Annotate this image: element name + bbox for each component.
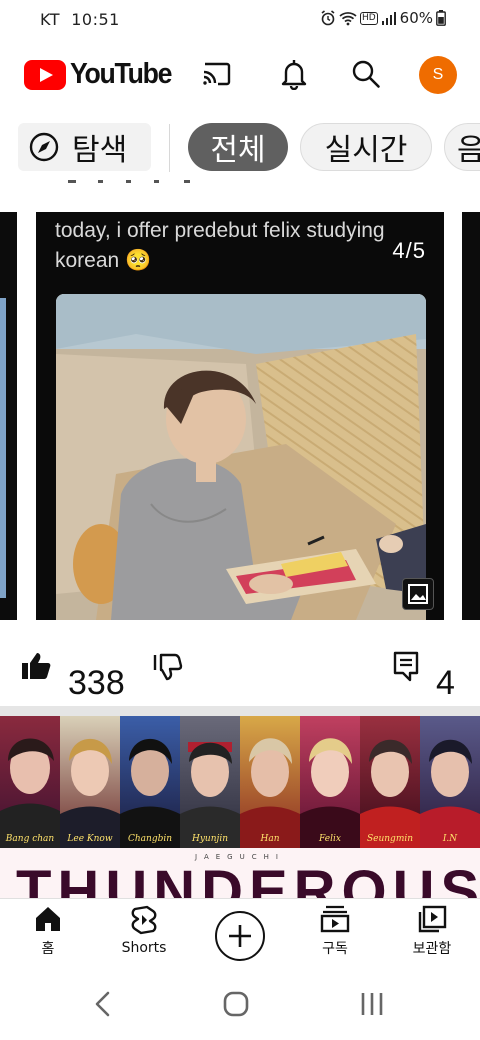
post-image-carousel[interactable]: today, i offer predebut felix studying k… [0,212,480,620]
chip-all[interactable]: 전체 [188,123,288,171]
logo-text: YouTube [70,58,172,90]
filter-chip-row: 탐색 전체 실시간 음 [0,120,480,174]
bottom-nav: 홈 Shorts 구독 보관함 [0,898,480,968]
member-panel: I.N [420,716,480,848]
hd-badge: HD [359,11,378,25]
member-panel: Felix [300,716,360,848]
photo-illustration [56,294,426,620]
current-slide[interactable]: today, i offer predebut felix studying k… [36,212,444,620]
comment-count: 4 [436,664,455,702]
nav-shorts-label: Shorts [121,940,167,956]
cropped-text-remnant [68,180,190,183]
nav-home-label: 홈 [41,941,55,957]
member-name: Changbin [127,834,173,844]
like-icon[interactable] [20,650,52,682]
nav-library-label: 보관함 [412,941,452,957]
bell-icon[interactable] [276,56,312,92]
slide-counter: 4/5 [392,238,426,263]
member-name: Seungmin [366,834,414,844]
subscriptions-icon [320,905,350,933]
home-circle-icon[interactable] [222,990,250,1018]
explore-chip[interactable]: 탐색 [18,123,151,171]
chip-music[interactable]: 음 [444,123,480,171]
thumbnail-title-text: THUNDEROUS [16,859,480,899]
member-name: Han [260,834,280,844]
wifi-icon [339,12,357,26]
status-left: KT 10:51 [40,10,120,29]
post-photo [56,294,426,620]
next-video-thumbnail[interactable]: Bang chan Lee Know Changbin Hyunjin Han … [0,716,480,898]
recent-apps-icon[interactable] [358,990,386,1018]
youtube-play-icon [24,59,66,90]
member-name: Lee Know [67,834,113,844]
library-icon [418,905,447,933]
member-name: I.N [442,834,458,844]
status-right: HD 60% [320,9,446,27]
explore-label: 탐색 [72,133,128,168]
next-slide[interactable] [462,212,480,620]
nav-library[interactable]: 보관함 [387,905,477,965]
avatar[interactable]: S [419,56,457,94]
member-panel: Lee Know [60,716,120,848]
battery-icon [436,10,446,26]
chip-divider [169,124,170,172]
feed-separator [0,706,480,716]
nav-subscriptions[interactable]: 구독 [290,905,380,965]
home-icon [36,907,60,931]
carrier-label: KT [40,10,61,29]
shorts-icon [131,905,157,935]
app-header: YouTube [0,40,480,110]
member-panel: Seungmin [360,716,420,848]
signal-icon [381,12,396,25]
nav-shorts[interactable]: Shorts [99,905,189,965]
search-icon[interactable] [348,56,384,92]
slide-caption: today, i offer predebut felix studying k… [55,219,385,272]
member-panel: Han [240,716,300,848]
create-button[interactable] [215,911,265,961]
nav-home[interactable]: 홈 [3,905,93,965]
gallery-icon [402,578,434,610]
system-nav-bar [0,968,480,1040]
cast-icon[interactable] [198,56,234,92]
chip-live[interactable]: 실시간 [300,123,432,171]
nav-subscriptions-label: 구독 [322,941,348,957]
create-icon [229,925,251,947]
clock: 10:51 [71,10,120,29]
compass-icon [29,132,59,162]
comment-icon[interactable] [392,650,420,682]
dislike-icon[interactable] [153,652,183,682]
member-panel: Hyunjin [180,716,240,848]
status-bar: KT 10:51 HD 60% [0,0,480,40]
member-panel: Bang chan [0,716,60,848]
like-count: 338 [68,664,125,702]
member-panel: Changbin [120,716,180,848]
youtube-logo[interactable]: YouTube [24,58,180,91]
member-name: Bang chan [5,834,55,844]
previous-slide[interactable] [0,212,17,620]
back-icon[interactable] [92,990,112,1018]
battery-percent: 60% [399,9,433,27]
member-name: Hyunjin [192,834,228,844]
alarm-icon [321,10,335,26]
post-action-row: 338 4 [0,640,480,706]
member-name: Felix [319,834,341,844]
